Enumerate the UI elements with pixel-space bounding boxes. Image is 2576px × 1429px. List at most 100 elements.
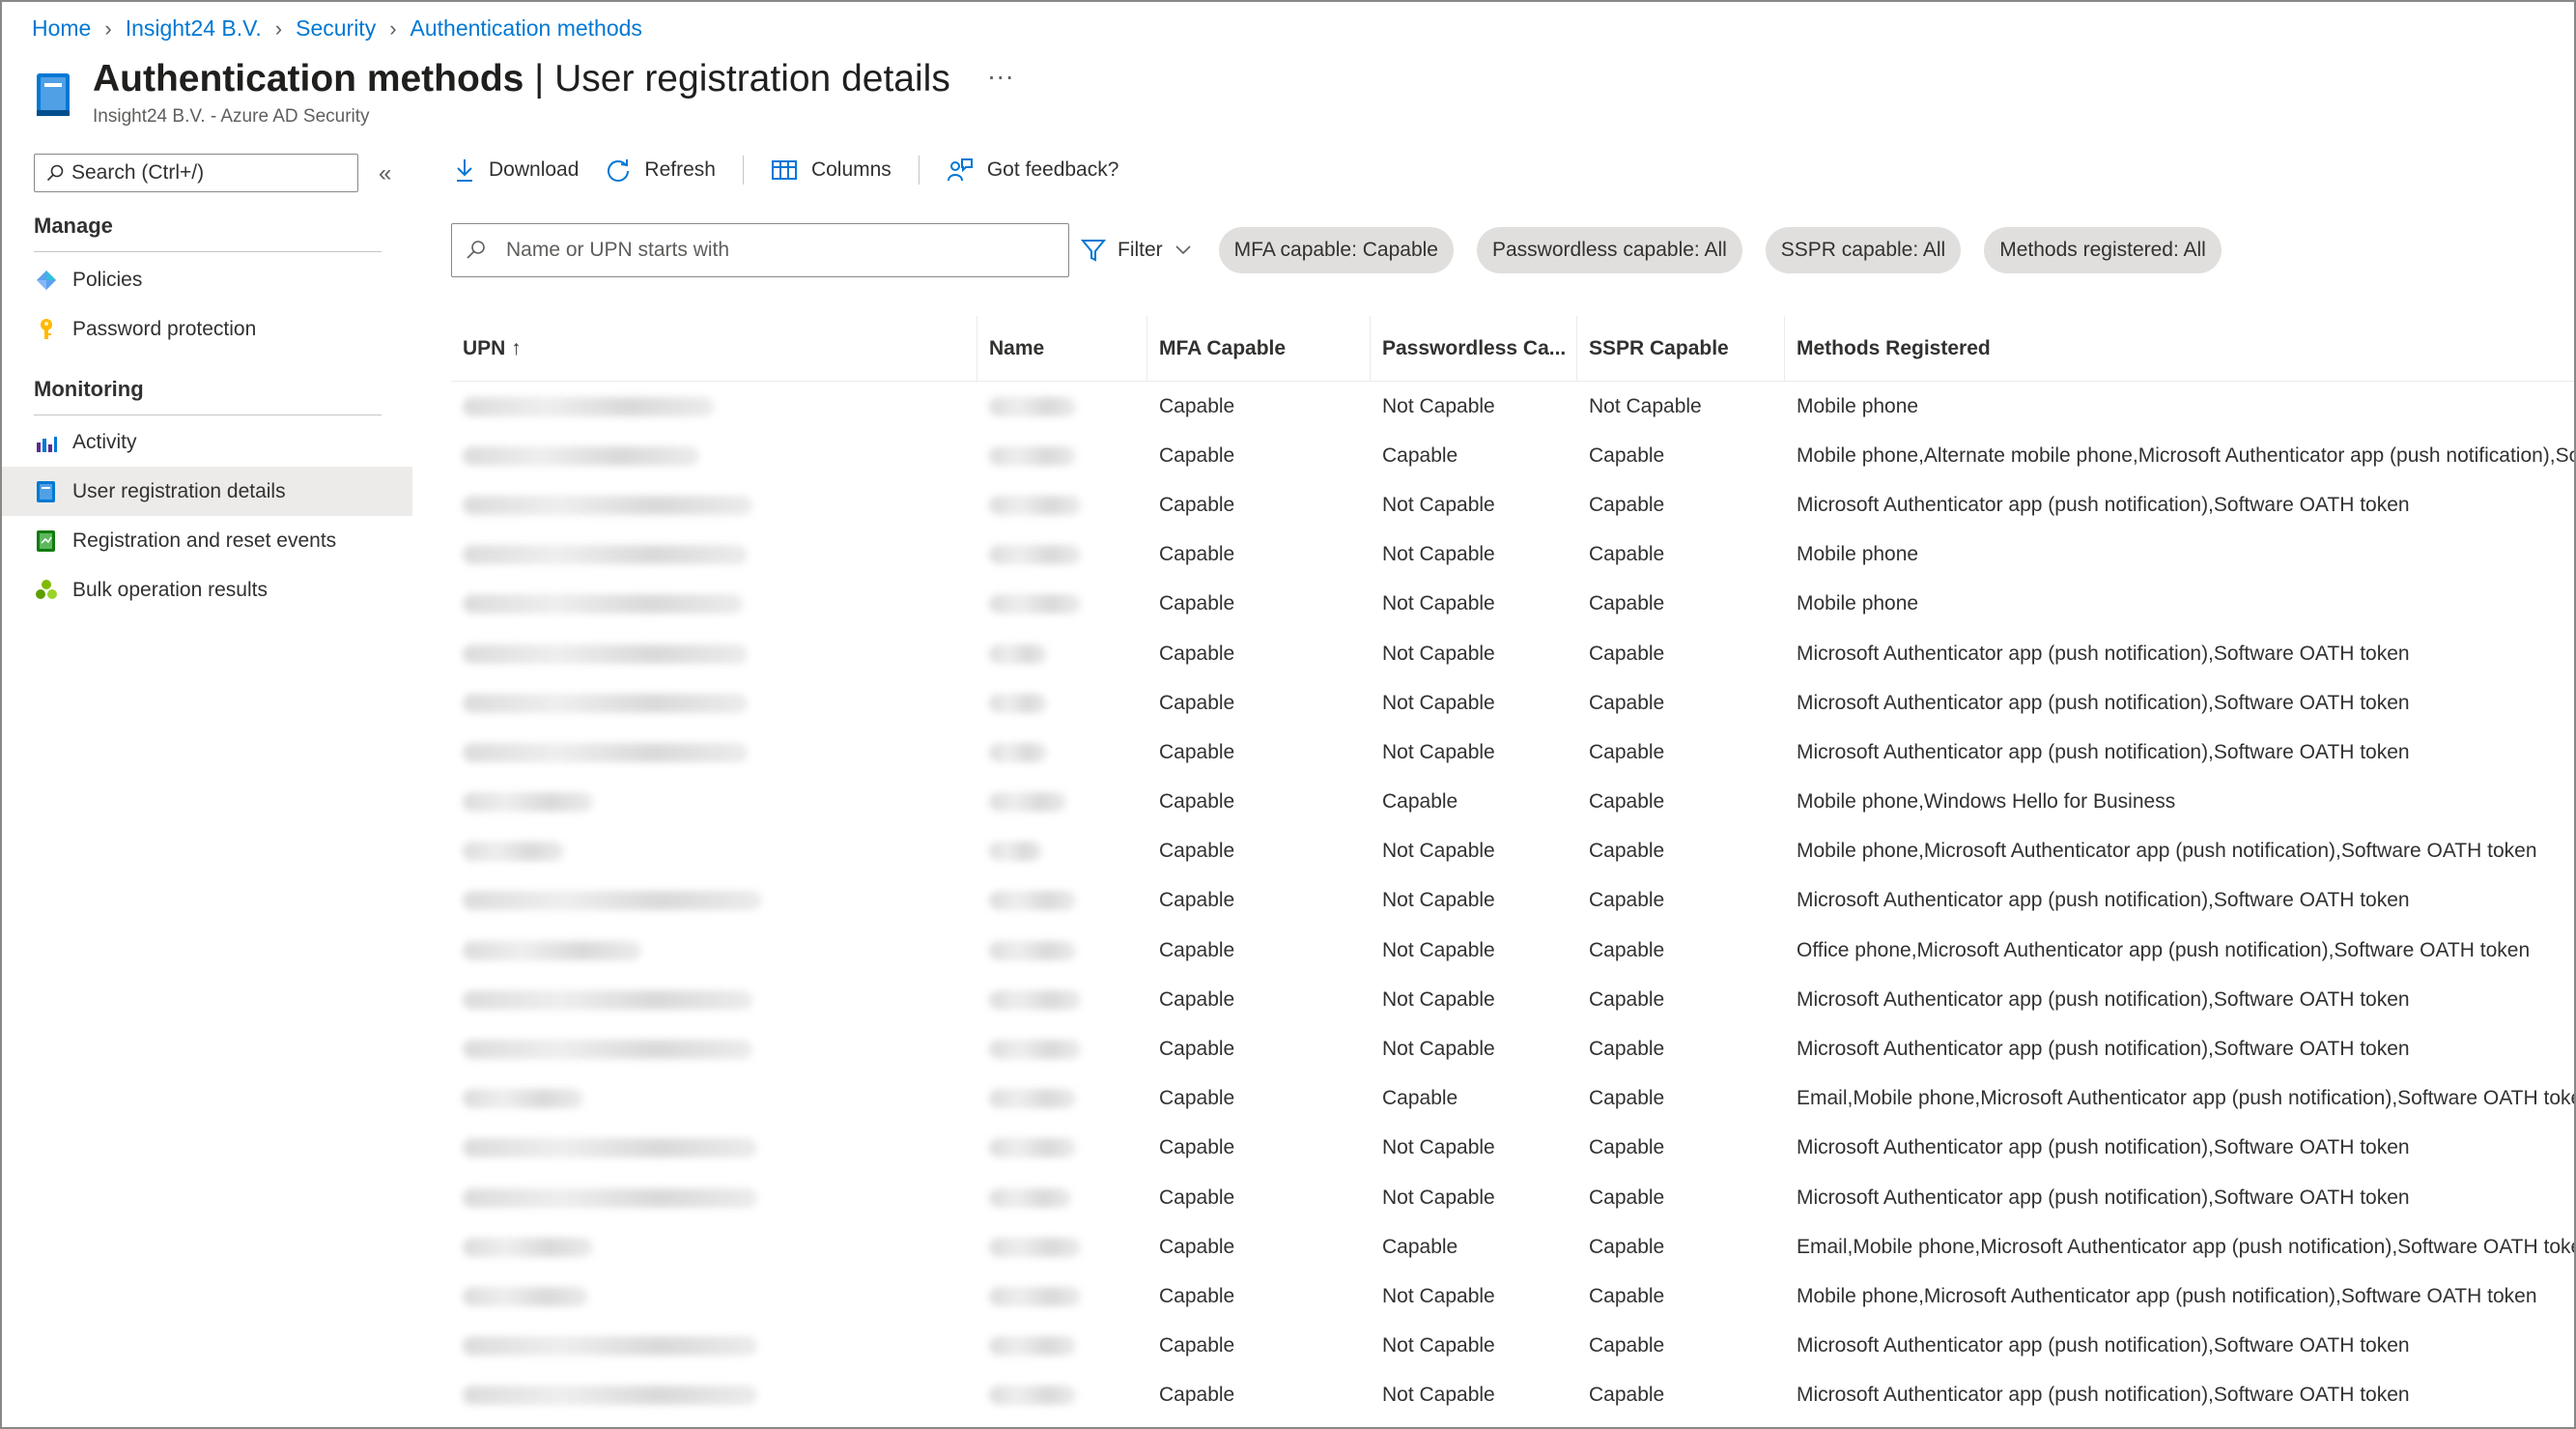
table-row[interactable]: Capable Not Capable Not Capable Mobile phon… [451,382,2574,431]
methods-registered-cell: Microsoft Authenticator app (push notifi… [1797,889,2410,912]
redacted-blur [463,792,593,813]
events-icon [34,529,59,554]
table-row[interactable]: Capable Not Capable Capable Mobile phone [451,530,2574,580]
redacted-blur [989,1286,1081,1306]
columns-button[interactable]: Columns [771,158,892,182]
chevron-right-icon: › [104,15,112,41]
name-cell-redacted [977,1124,1147,1173]
filter-pill-methods-registered[interactable]: Methods registered: All [1984,227,2222,273]
methods-registered-cell: Microsoft Authenticator app (push notifi… [1797,987,2410,1011]
name-cell-redacted [977,382,1147,431]
passwordless-capable-cell: Not Capable [1382,1136,1495,1159]
name-cell-redacted [977,926,1147,975]
filter-pill-passwordless-capable[interactable]: Passwordless capable: All [1476,227,1742,273]
filter-pill-mfa-capable[interactable]: MFA capable: Capable [1218,227,1454,273]
upn-cell-redacted [451,1272,977,1321]
passwordless-capable-cell: Capable [1382,443,1458,467]
command-bar: Download Refresh Columns Got feedback? [454,153,1146,187]
upn-cell-redacted [451,1024,977,1073]
table-row[interactable]: Capable Not Capable Capable Microsoft Authe… [451,480,2574,529]
breadcrumb-tenant[interactable]: Insight24 B.V. [126,15,262,42]
breadcrumb-home[interactable]: Home [32,15,91,42]
sidebar-search-input[interactable]: Search (Ctrl+/) [34,154,358,192]
breadcrumb-security[interactable]: Security [296,15,376,42]
download-button[interactable]: Download [454,157,579,183]
methods-registered-cell: Office phone,Microsoft Authenticator app… [1797,938,2531,961]
name-upn-search-input[interactable]: Name or UPN starts with [451,223,1069,277]
table-row[interactable]: Capable Capable Capable Email,Mobile phone,… [451,1222,2574,1272]
passwordless-capable-cell: Not Capable [1382,740,1495,763]
upn-cell-redacted [451,778,977,827]
table-row[interactable]: Capable Not Capable Capable Microsoft Authe… [451,1322,2574,1371]
feedback-button[interactable]: Got feedback? [947,157,1118,183]
sspr-capable-cell: Capable [1589,1284,1665,1307]
column-header-upn[interactable]: UPN ↑ [451,315,977,382]
mfa-capable-cell: Capable [1159,1136,1235,1159]
table-row[interactable]: Capable Not Capable Capable Microsoft Authe… [451,1173,2574,1222]
table-row[interactable]: Capable Not Capable Capable Microsoft Authe… [451,1124,2574,1173]
sspr-capable-cell: Capable [1589,691,1665,714]
name-cell-redacted [977,530,1147,580]
sspr-capable-cell: Capable [1589,889,1665,912]
filter-pill-sspr-capable[interactable]: SSPR capable: All [1765,227,1962,273]
breadcrumb-auth-methods[interactable]: Authentication methods [410,15,642,42]
table-row[interactable]: Capable Not Capable Capable Microsoft Authe… [451,876,2574,926]
table-body: Capable Not Capable Not Capable Mobile phon… [451,382,2574,1420]
registration-book-icon [35,71,73,118]
filter-button[interactable]: Filter [1081,238,1192,263]
name-cell-redacted [977,1024,1147,1073]
name-cell-redacted [977,728,1147,777]
redacted-blur [463,396,714,416]
column-header-methods-registered[interactable]: Methods Registered [1785,316,2574,382]
refresh-button[interactable]: Refresh [606,157,716,183]
table-row[interactable]: Capable Capable Capable Email,Mobile phone,… [451,1074,2574,1124]
mfa-capable-cell: Capable [1159,543,1235,566]
table-row[interactable]: Capable Not Capable Capable Microsoft Authe… [451,728,2574,777]
mfa-capable-cell: Capable [1159,1038,1235,1061]
column-header-mfa-capable[interactable]: MFA Capable [1147,315,1371,382]
table-row[interactable]: Capable Not Capable Capable Mobile phone,Mi… [451,827,2574,876]
name-cell-redacted [977,1222,1147,1272]
table-row[interactable]: Capable Not Capable Capable Microsoft Authe… [451,1371,2574,1420]
mfa-capable-cell: Capable [1159,889,1235,912]
name-cell-redacted [977,431,1147,480]
upn-cell-redacted [451,827,977,876]
mfa-capable-cell: Capable [1159,493,1235,516]
upn-cell-redacted [451,629,977,678]
table-row[interactable]: Capable Not Capable Capable Microsoft Authe… [451,678,2574,728]
sidebar-item-password-protection[interactable]: Password protection [2,304,412,354]
sidebar-item-bulk-operation-results[interactable]: Bulk operation results [2,565,412,614]
table-row[interactable]: Capable Not Capable Capable Office phone,Mi… [451,926,2574,975]
table-row[interactable]: Capable Not Capable Capable Mobile phone,Mi… [451,1272,2574,1321]
more-options-button[interactable]: ··· [987,61,1014,91]
sidebar-item-policies[interactable]: Policies [2,255,412,304]
table-row[interactable]: Capable Not Capable Capable Microsoft Authe… [451,629,2574,678]
passwordless-capable-cell: Not Capable [1382,938,1495,961]
table-row[interactable]: Capable Not Capable Capable Microsoft Authe… [451,975,2574,1024]
table-row[interactable]: Capable Capable Capable Mobile phone,Window… [451,778,2574,827]
user-registration-table: UPN ↑ Name MFA Capable Passwordless Ca..… [451,315,2574,1420]
redacted-blur [989,1237,1081,1257]
sidebar-item-user-registration-details[interactable]: User registration details [2,467,412,516]
mfa-capable-cell: Capable [1159,642,1235,665]
upn-cell-redacted [451,530,977,580]
column-header-name[interactable]: Name [977,315,1147,382]
table-row[interactable]: Capable Not Capable Capable Microsoft Authe… [451,1024,2574,1073]
name-cell-redacted [977,678,1147,728]
sspr-capable-cell: Capable [1589,1087,1665,1110]
upn-cell-redacted [451,728,977,777]
collapse-sidebar-button[interactable]: « [379,160,391,187]
column-header-sspr-capable[interactable]: SSPR Capable [1577,315,1785,382]
column-header-passwordless-capable[interactable]: Passwordless Ca... [1371,315,1577,382]
table-row[interactable]: Capable Capable Capable Mobile phone,Altern… [451,431,2574,480]
portal-frame: Home › Insight24 B.V. › Security › Authe… [0,0,2576,1429]
redacted-blur [989,1386,1076,1406]
sspr-capable-cell: Capable [1589,938,1665,961]
table-row[interactable]: Capable Not Capable Capable Mobile phone [451,580,2574,629]
sidebar-item-activity[interactable]: Activity [2,417,412,467]
mfa-capable-cell: Capable [1159,1284,1235,1307]
sidebar-item-registration-reset-events[interactable]: Registration and reset events [2,516,412,565]
search-icon [46,164,64,182]
redacted-blur [463,1138,757,1158]
redacted-blur [989,643,1047,664]
